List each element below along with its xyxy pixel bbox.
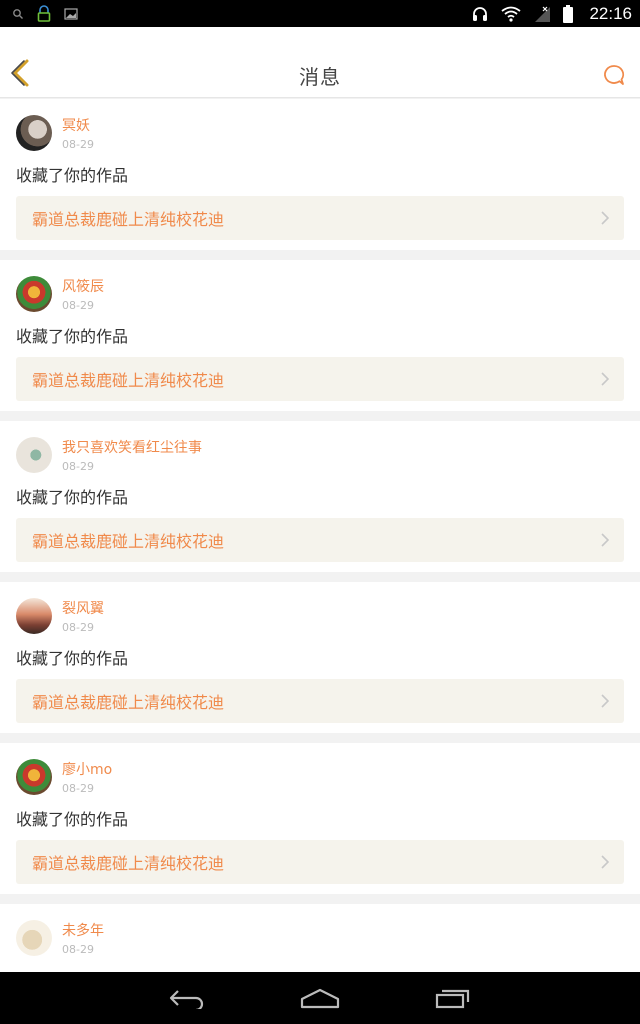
chevron-right-icon	[601, 694, 610, 708]
username[interactable]: 我只喜欢笑看红尘往事	[62, 439, 202, 457]
app-bar: 消息	[0, 27, 640, 98]
home-icon	[300, 988, 340, 1009]
avatar[interactable]	[16, 920, 52, 956]
message-action: 收藏了你的作品	[16, 649, 129, 668]
wifi-icon	[501, 6, 522, 22]
user-meta: 裂风翼 08-29	[62, 598, 104, 636]
work-link[interactable]: 霸道总裁鹿碰上清纯校花迪	[16, 840, 624, 884]
message-header: 风筱辰 08-29	[16, 276, 624, 316]
image-icon	[64, 7, 78, 20]
work-title: 霸道总裁鹿碰上清纯校花迪	[32, 371, 225, 390]
notification-icon	[36, 4, 52, 23]
message-card: 冥妖 08-29 收藏了你的作品 霸道总裁鹿碰上清纯校花迪	[0, 99, 640, 250]
back-icon	[169, 990, 203, 1009]
work-link[interactable]: 霸道总裁鹿碰上清纯校花迪	[16, 679, 624, 723]
message-header: 廖小mo 08-29	[16, 759, 624, 799]
message-action: 收藏了你的作品	[16, 810, 129, 829]
avatar[interactable]	[16, 115, 52, 151]
nav-home-button[interactable]	[298, 982, 342, 1014]
system-nav-bar	[0, 972, 640, 1024]
chat-bubble-icon	[604, 65, 625, 85]
work-title: 霸道总裁鹿碰上清纯校花迪	[32, 854, 225, 873]
battery-icon	[563, 4, 574, 23]
headphones-icon	[471, 5, 489, 23]
username[interactable]: 廖小mo	[62, 761, 112, 779]
status-time: 22:16	[589, 3, 632, 23]
nav-back-button[interactable]	[165, 982, 209, 1014]
work-link[interactable]: 霸道总裁鹿碰上清纯校花迪	[16, 518, 624, 562]
chevron-right-icon	[601, 855, 610, 869]
chevron-right-icon	[601, 372, 610, 386]
status-bar-left	[12, 4, 78, 23]
status-bar: 22:16	[0, 0, 640, 27]
message-date: 08-29	[62, 943, 94, 956]
message-header: 裂风翼 08-29	[16, 598, 624, 638]
message-date: 08-29	[62, 460, 94, 473]
work-title: 霸道总裁鹿碰上清纯校花迪	[32, 532, 225, 551]
avatar[interactable]	[16, 759, 52, 795]
message-date: 08-29	[62, 138, 94, 151]
message-header: 冥妖 08-29	[16, 115, 624, 155]
search-icon	[12, 8, 24, 20]
user-meta: 廖小mo 08-29	[62, 759, 112, 797]
chevron-right-icon	[601, 211, 610, 225]
work-link[interactable]: 霸道总裁鹿碰上清纯校花迪	[16, 357, 624, 401]
user-meta: 我只喜欢笑看红尘往事 08-29	[62, 437, 202, 475]
message-action: 收藏了你的作品	[16, 327, 129, 346]
message-date: 08-29	[62, 299, 94, 312]
avatar[interactable]	[16, 276, 52, 312]
status-bar-right: 22:16	[471, 4, 632, 24]
avatar[interactable]	[16, 598, 52, 634]
message-card: 风筱辰 08-29 收藏了你的作品 霸道总裁鹿碰上清纯校花迪	[0, 260, 640, 411]
username[interactable]: 未多年	[62, 922, 104, 940]
user-meta: 冥妖 08-29	[62, 115, 94, 153]
message-action: 收藏了你的作品	[16, 166, 129, 185]
user-meta: 风筱辰 08-29	[62, 276, 104, 314]
chat-button[interactable]	[602, 63, 626, 87]
work-title: 霸道总裁鹿碰上清纯校花迪	[32, 210, 225, 229]
message-card: 裂风翼 08-29 收藏了你的作品 霸道总裁鹿碰上清纯校花迪	[0, 582, 640, 733]
message-header: 我只喜欢笑看红尘往事 08-29	[16, 437, 624, 477]
chevron-right-icon	[601, 533, 610, 547]
signal-icon	[533, 5, 551, 23]
recent-apps-icon	[436, 989, 470, 1009]
work-title: 霸道总裁鹿碰上清纯校花迪	[32, 693, 225, 712]
nav-recent-button[interactable]	[431, 982, 475, 1014]
user-meta: 未多年 08-29	[62, 920, 104, 958]
message-card: 我只喜欢笑看红尘往事 08-29 收藏了你的作品 霸道总裁鹿碰上清纯校花迪	[0, 421, 640, 572]
username[interactable]: 冥妖	[62, 117, 94, 135]
message-card: 未多年 08-29	[0, 904, 640, 972]
message-card: 廖小mo 08-29 收藏了你的作品 霸道总裁鹿碰上清纯校花迪	[0, 743, 640, 894]
username[interactable]: 裂风翼	[62, 600, 104, 618]
avatar[interactable]	[16, 437, 52, 473]
work-link[interactable]: 霸道总裁鹿碰上清纯校花迪	[16, 196, 624, 240]
message-date: 08-29	[62, 621, 94, 634]
message-action: 收藏了你的作品	[16, 488, 129, 507]
message-date: 08-29	[62, 782, 94, 795]
message-list[interactable]: 冥妖 08-29 收藏了你的作品 霸道总裁鹿碰上清纯校花迪 风筱辰 08-29 …	[0, 99, 640, 972]
username[interactable]: 风筱辰	[62, 278, 104, 296]
page-title: 消息	[299, 65, 341, 89]
message-header: 未多年 08-29	[16, 920, 624, 960]
